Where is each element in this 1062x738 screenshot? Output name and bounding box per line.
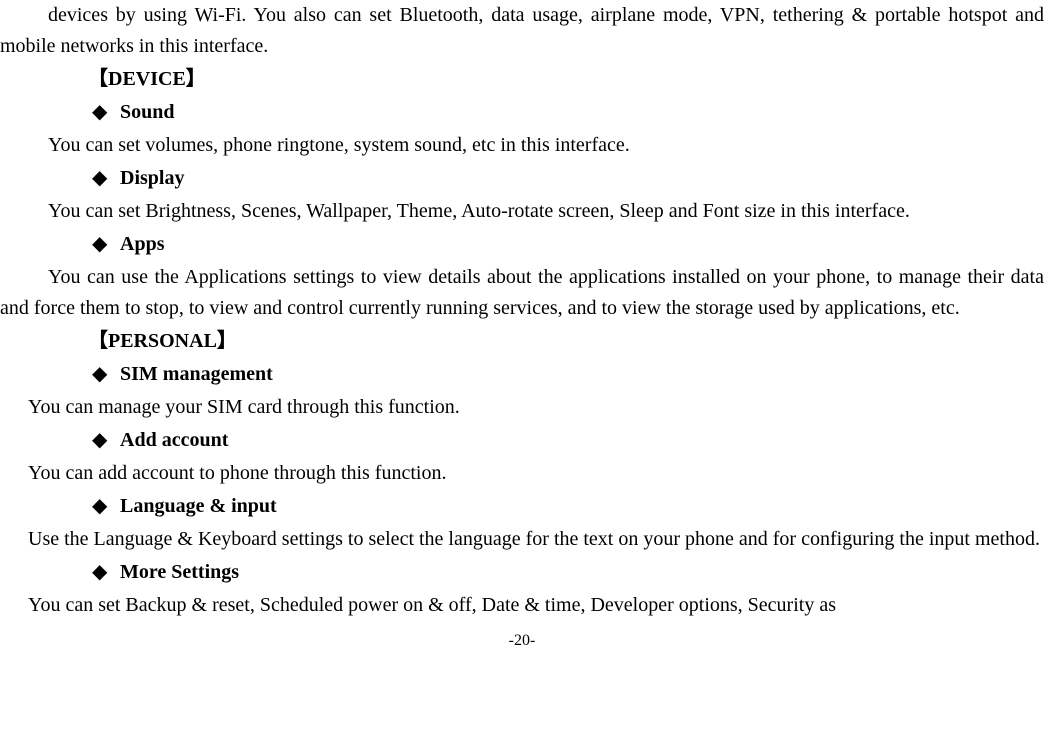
diamond-icon	[92, 557, 120, 588]
document-page: devices by using Wi-Fi. You also can set…	[0, 0, 1062, 654]
bullet-language-input: Language & input	[92, 491, 1044, 522]
sound-body: You can set volumes, phone ringtone, sys…	[0, 130, 1044, 161]
sound-title: Sound	[120, 101, 175, 123]
section-personal-label: 【PERSONAL】	[88, 326, 1044, 357]
diamond-icon	[92, 97, 120, 128]
apps-title: Apps	[120, 233, 164, 255]
page-number: -20-	[0, 629, 1044, 654]
bullet-sim: SIM management	[92, 359, 1044, 390]
language-input-title: Language & input	[120, 495, 277, 517]
language-input-body: Use the Language & Keyboard settings to …	[0, 524, 1044, 555]
display-body: You can set Brightness, Scenes, Wallpape…	[0, 196, 1044, 227]
add-account-body: You can add account to phone through thi…	[0, 458, 1044, 489]
more-settings-body: You can set Backup & reset, Scheduled po…	[0, 590, 1044, 621]
intro-paragraph-fragment: devices by using Wi-Fi. You also can set…	[0, 0, 1044, 62]
diamond-icon	[92, 425, 120, 456]
sim-body: You can manage your SIM card through thi…	[0, 392, 1044, 423]
apps-body: You can use the Applications settings to…	[0, 262, 1044, 324]
more-settings-title: More Settings	[120, 561, 239, 583]
bullet-sound: Sound	[92, 97, 1044, 128]
bullet-apps: Apps	[92, 229, 1044, 260]
section-device-label: 【DEVICE】	[88, 64, 1044, 95]
diamond-icon	[92, 491, 120, 522]
diamond-icon	[92, 163, 120, 194]
display-title: Display	[120, 167, 184, 189]
bullet-display: Display	[92, 163, 1044, 194]
add-account-title: Add account	[120, 429, 228, 451]
diamond-icon	[92, 229, 120, 260]
bullet-add-account: Add account	[92, 425, 1044, 456]
diamond-icon	[92, 359, 120, 390]
sim-title: SIM management	[120, 363, 273, 385]
bullet-more-settings: More Settings	[92, 557, 1044, 588]
